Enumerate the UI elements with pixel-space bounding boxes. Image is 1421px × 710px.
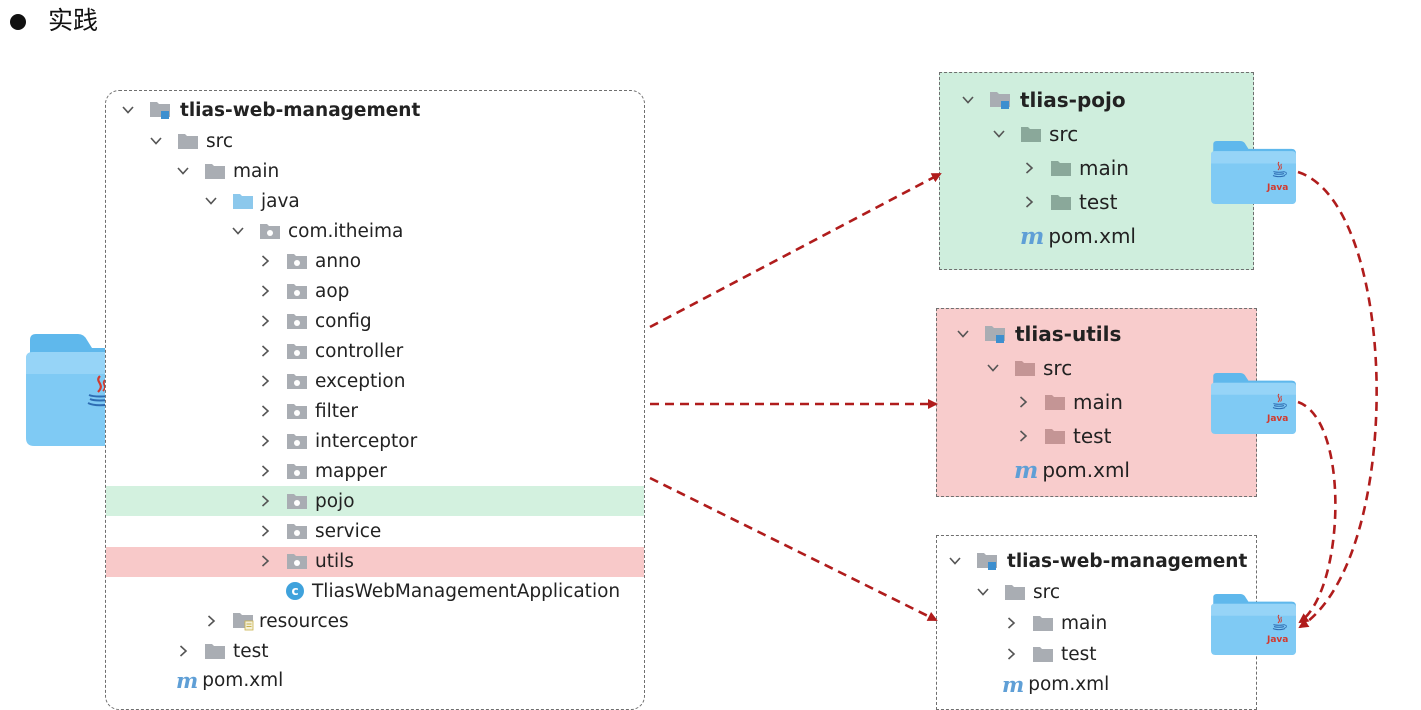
arrow-pojo-to-web <box>1297 170 1378 629</box>
connector-arrows <box>649 170 1378 629</box>
arrow-to-web <box>649 476 938 622</box>
arrow-utils-to-web <box>1297 400 1337 624</box>
arrow-to-pojo <box>649 172 942 329</box>
